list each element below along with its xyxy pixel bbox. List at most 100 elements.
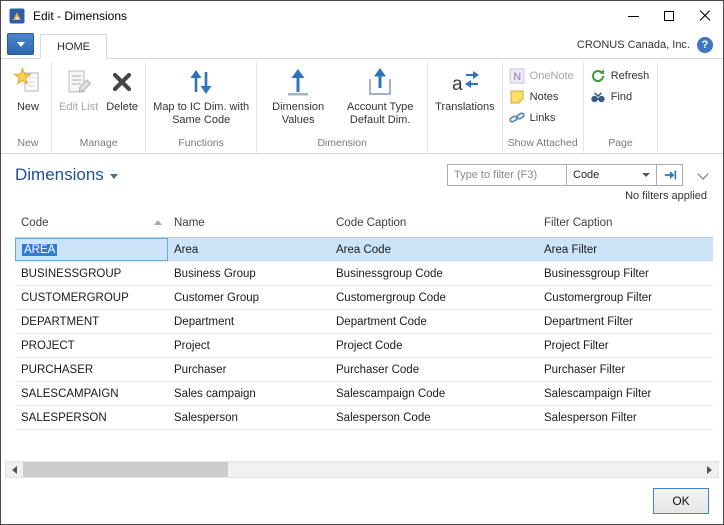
cell-code[interactable]: SALESPERSON xyxy=(15,406,168,429)
apply-filter-button[interactable] xyxy=(657,164,683,186)
cell-filter-caption[interactable]: Department Filter xyxy=(538,310,713,333)
cell-filter-caption[interactable]: Customergroup Filter xyxy=(538,286,713,309)
cell-name[interactable]: Area xyxy=(168,238,330,261)
cell-code[interactable]: PROJECT xyxy=(15,334,168,357)
table-row-department[interactable]: DEPARTMENT Department Department Code De… xyxy=(15,310,713,334)
cell-filter-caption[interactable]: Salescampaign Filter xyxy=(538,382,713,405)
cell-name[interactable]: Customer Group xyxy=(168,286,330,309)
cell-code-caption[interactable]: Salescampaign Code xyxy=(330,382,538,405)
edit-dimensions-window: Edit - Dimensions HOME CRONUS Canada, In… xyxy=(0,0,724,525)
close-icon xyxy=(699,10,711,22)
new-icon xyxy=(12,66,44,98)
table-row-area[interactable]: AREA Area Area Code Area Filter xyxy=(15,238,713,262)
cell-filter-caption[interactable]: Project Filter xyxy=(538,334,713,357)
notes-icon xyxy=(509,89,525,105)
close-button[interactable] xyxy=(687,1,723,31)
cell-code-caption[interactable]: Project Code xyxy=(330,334,538,357)
minimize-icon xyxy=(628,16,639,17)
filter-column-select[interactable]: Code xyxy=(567,164,657,186)
map-to-ic-dim-button[interactable]: Map to IC Dim. with Same Code xyxy=(149,62,253,127)
horizontal-scrollbar[interactable] xyxy=(5,461,719,478)
cell-code-caption[interactable]: Department Code xyxy=(330,310,538,333)
filter-input[interactable] xyxy=(447,164,567,186)
notes-button[interactable]: Notes xyxy=(506,88,579,106)
delete-button-label: Delete xyxy=(106,101,138,114)
cell-name[interactable]: Project xyxy=(168,334,330,357)
cell-code[interactable]: CUSTOMERGROUP xyxy=(15,286,168,309)
table-row-salesperson[interactable]: SALESPERSON Salesperson Salesperson Code… xyxy=(15,406,713,430)
cell-name[interactable]: Department xyxy=(168,310,330,333)
ok-button[interactable]: OK xyxy=(653,488,709,514)
new-button-label: New xyxy=(17,101,39,114)
sort-ascending-icon xyxy=(154,220,162,225)
refresh-button[interactable]: Refresh xyxy=(587,67,655,85)
column-header-code-caption[interactable]: Code Caption xyxy=(330,208,538,237)
cell-code-editor[interactable]: AREA xyxy=(15,238,168,261)
cell-code-caption[interactable]: Customergroup Code xyxy=(330,286,538,309)
footer: OK xyxy=(1,478,723,524)
dimension-values-button[interactable]: Dimension Values xyxy=(260,62,336,127)
application-menu-button[interactable] xyxy=(7,33,34,55)
help-icon[interactable]: ? xyxy=(697,37,713,53)
ribbon-group-label-page: Page xyxy=(587,135,655,153)
ribbon-group-manage: Edit List Delete Manage xyxy=(52,62,146,153)
cell-code[interactable]: SALESCAMPAIGN xyxy=(15,382,168,405)
table-row-purchaser[interactable]: PURCHASER Purchaser Purchaser Code Purch… xyxy=(15,358,713,382)
column-header-filter-caption[interactable]: Filter Caption xyxy=(538,208,713,237)
column-header-code[interactable]: Code xyxy=(15,208,168,237)
refresh-button-label: Refresh xyxy=(611,70,650,82)
page-title-dropdown[interactable]: Dimensions xyxy=(15,165,118,185)
edit-list-button[interactable]: Edit List xyxy=(55,62,102,114)
links-button[interactable]: Links xyxy=(506,109,579,127)
scroll-left-button[interactable] xyxy=(6,462,23,477)
onenote-button[interactable]: N OneNote xyxy=(506,67,579,85)
cell-code[interactable]: PURCHASER xyxy=(15,358,168,381)
links-icon xyxy=(509,110,525,126)
chevron-down-icon xyxy=(642,173,650,177)
minimize-button[interactable] xyxy=(615,1,651,31)
delete-icon xyxy=(106,66,138,98)
translations-button[interactable]: a Translations xyxy=(431,62,499,114)
cell-filter-caption[interactable]: Area Filter xyxy=(538,238,713,261)
column-header-name[interactable]: Name xyxy=(168,208,330,237)
scroll-left-icon xyxy=(12,466,17,474)
account-type-default-dim-button[interactable]: Account Type Default Dim. xyxy=(336,62,424,127)
tab-home[interactable]: HOME xyxy=(40,34,107,59)
links-button-label: Links xyxy=(530,112,556,124)
translations-button-label: Translations xyxy=(435,101,495,114)
cell-code-caption[interactable]: Businessgroup Code xyxy=(330,262,538,285)
dimensions-table: Code Name Code Caption Filter Caption AR… xyxy=(1,208,723,461)
cell-name[interactable]: Purchaser xyxy=(168,358,330,381)
new-button[interactable]: New xyxy=(8,62,48,114)
cell-filter-caption[interactable]: Purchaser Filter xyxy=(538,358,713,381)
find-button[interactable]: Find xyxy=(587,88,655,106)
cell-code-caption[interactable]: Purchaser Code xyxy=(330,358,538,381)
scroll-right-button[interactable] xyxy=(701,462,718,477)
table-row-customergroup[interactable]: CUSTOMERGROUP Customer Group Customergro… xyxy=(15,286,713,310)
account-type-default-dim-button-label: Account Type Default Dim. xyxy=(340,101,420,127)
cell-name[interactable]: Salesperson xyxy=(168,406,330,429)
filter-pane-chevron-icon[interactable] xyxy=(697,168,708,179)
account-type-default-dim-icon xyxy=(364,66,396,98)
app-icon xyxy=(9,8,25,24)
scrollbar-track[interactable] xyxy=(23,462,701,477)
cell-code[interactable]: DEPARTMENT xyxy=(15,310,168,333)
window-title: Edit - Dimensions xyxy=(33,9,127,23)
filter-column-value: Code xyxy=(573,169,599,181)
maximize-button[interactable] xyxy=(651,1,687,31)
svg-text:N: N xyxy=(513,71,521,83)
cell-filter-caption[interactable]: Businessgroup Filter xyxy=(538,262,713,285)
scrollbar-thumb[interactable] xyxy=(23,462,228,477)
cell-code[interactable]: BUSINESSGROUP xyxy=(15,262,168,285)
cell-name[interactable]: Business Group xyxy=(168,262,330,285)
cell-code-caption[interactable]: Salesperson Code xyxy=(330,406,538,429)
table-row-businessgroup[interactable]: BUSINESSGROUP Business Group Businessgro… xyxy=(15,262,713,286)
cell-filter-caption[interactable]: Salesperson Filter xyxy=(538,406,713,429)
table-row-salescampaign[interactable]: SALESCAMPAIGN Sales campaign Salescampai… xyxy=(15,382,713,406)
notes-button-label: Notes xyxy=(530,91,559,103)
column-header-label: Name xyxy=(174,217,205,229)
cell-code-caption[interactable]: Area Code xyxy=(330,238,538,261)
table-row-project[interactable]: PROJECT Project Project Code Project Fil… xyxy=(15,334,713,358)
delete-button[interactable]: Delete xyxy=(102,62,142,114)
cell-name[interactable]: Sales campaign xyxy=(168,382,330,405)
